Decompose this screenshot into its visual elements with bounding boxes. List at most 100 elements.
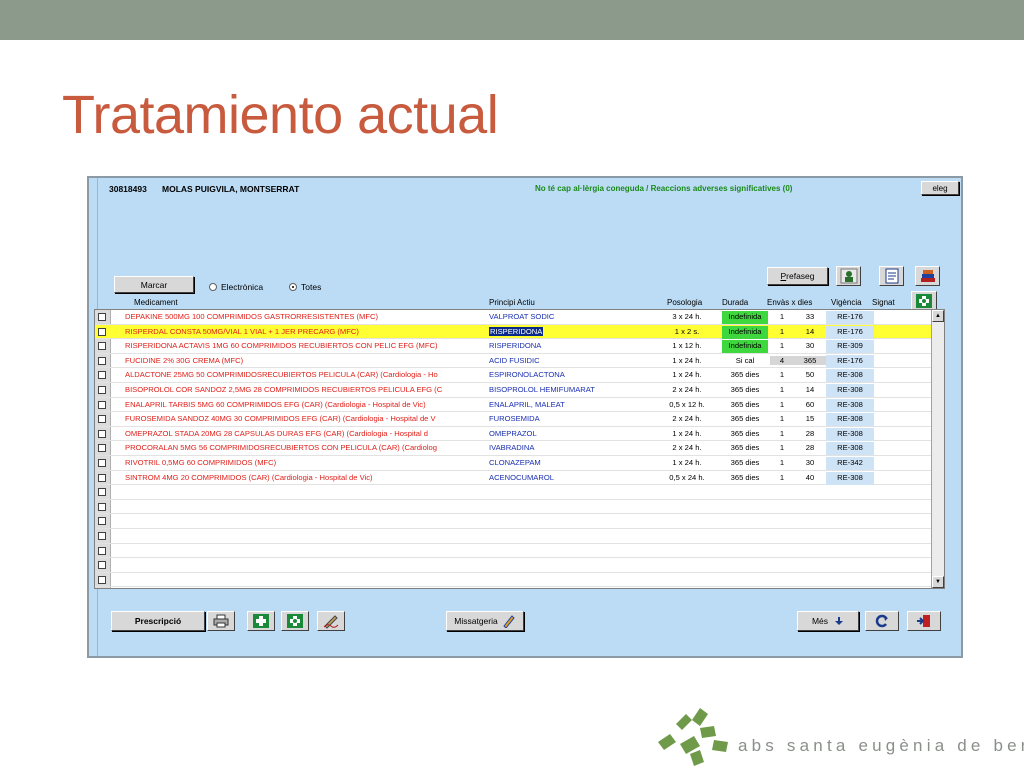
cell-vigencia: RE-308	[826, 471, 874, 485]
pharmacy-cross-icon-button[interactable]	[911, 291, 937, 310]
row-checkbox[interactable]	[98, 459, 106, 467]
cell-envas: 1	[779, 370, 785, 380]
marcar-button[interactable]: Marcar	[114, 276, 194, 293]
exit-door-icon-button[interactable]	[907, 611, 941, 631]
radio-electronica[interactable]: Electrònica	[209, 282, 263, 292]
pen-sign-icon	[323, 615, 339, 629]
cell-vigencia: RE-308	[826, 427, 874, 441]
row-checkbox[interactable]	[98, 473, 106, 482]
empty-table-row[interactable]	[95, 485, 944, 500]
pharmacy-print-icon-button[interactable]	[247, 611, 275, 631]
cell-dies: 14	[805, 385, 815, 394]
empty-table-row[interactable]	[95, 573, 944, 588]
row-checkbox[interactable]	[98, 517, 106, 526]
scroll-up-arrow-icon[interactable]: ▲	[932, 310, 944, 322]
cell-dies: 40	[805, 472, 815, 482]
empty-table-row[interactable]	[95, 529, 944, 544]
missatgeria-button[interactable]: Missatgeria	[446, 611, 524, 631]
table-row[interactable]: DEPAKINE 500MG 100 COMPRIMIDOS GASTRORRE…	[95, 310, 944, 325]
table-row[interactable]: BISOPROLOL COR SANDOZ 2,5MG 28 COMPRIMID…	[95, 383, 944, 398]
row-checkbox[interactable]	[98, 429, 106, 438]
empty-table-row[interactable]	[95, 544, 944, 559]
row-checkbox[interactable]	[98, 400, 106, 409]
row-checkbox[interactable]	[98, 546, 106, 555]
row-checkbox[interactable]	[98, 313, 106, 321]
cell-vigencia: RE-308	[826, 413, 874, 427]
refresh-icon-button[interactable]	[865, 611, 899, 631]
radio-totes[interactable]: Totes	[289, 282, 321, 292]
pharmacy-add-icon-button[interactable]	[281, 611, 309, 631]
vertical-scrollbar[interactable]: ▲ ▼	[931, 310, 944, 588]
prescripcio-button[interactable]: Prescripció	[111, 611, 205, 631]
table-row[interactable]: ENALAPRIL TARBIS 5MG 60 COMPRIMIDOS EFG …	[95, 398, 944, 413]
table-row[interactable]: FUCIDINE 2% 30G CREMA (MFC) ACID FUSIDIC 1…	[95, 354, 944, 369]
table-row[interactable]: PROCORALAN 5MG 56 COMPRIMIDOSRECUBIERTOS…	[95, 441, 944, 456]
table-row[interactable]: RIVOTRIL 0,5MG 60 COMPRIMIDOS (MFC) CLONA…	[95, 456, 944, 471]
sign-pen-icon-button[interactable]	[317, 611, 345, 631]
print-icon-button[interactable]	[207, 611, 235, 631]
table-row[interactable]: FUROSEMIDA SANDOZ 40MG 30 COMPRIMIDOS EF…	[95, 412, 944, 427]
col-header-signat[interactable]: Signat	[872, 298, 895, 307]
row-checkbox[interactable]	[98, 386, 106, 394]
eleg-button[interactable]: eleg	[921, 181, 959, 195]
cell-posologia: 2 x 24 h.	[672, 385, 702, 394]
cell-vigencia: RE-176	[826, 311, 874, 324]
document-icon-button[interactable]	[879, 266, 904, 286]
cell-dies: 14	[805, 326, 815, 336]
cell-dies: 365	[794, 355, 826, 365]
row-checkbox[interactable]	[98, 327, 106, 336]
doctor-icon	[840, 268, 857, 284]
col-header-posologia[interactable]: Posologia	[667, 298, 702, 307]
table-row[interactable]: ALDACTONE 25MG 50 COMPRIMIDOSRECUBIERTOS…	[95, 368, 944, 383]
row-checkbox[interactable]	[98, 444, 106, 453]
mes-button[interactable]: Més	[797, 611, 859, 631]
scroll-down-arrow-icon[interactable]: ▼	[932, 576, 944, 588]
prefaseg-button[interactable]: Prefaseg	[767, 267, 828, 285]
cell-medicament: ENALAPRIL TARBIS 5MG 60 COMPRIMIDOS EFG …	[125, 399, 426, 409]
cell-posologia: 0,5 x 24 h.	[669, 472, 705, 482]
cell-envas: 1	[779, 312, 785, 321]
patient-name: MOLAS PUIGVILA, MONTSERRAT	[162, 184, 300, 194]
cell-principi-actiu: ACENOCUMAROL	[489, 472, 554, 482]
col-header-principi-actiu[interactable]: Principi Actiu	[489, 298, 535, 307]
radio-electronica-dot	[209, 283, 217, 291]
row-checkbox[interactable]	[98, 575, 106, 584]
empty-table-row[interactable]	[95, 558, 944, 573]
cell-medicament: ALDACTONE 25MG 50 COMPRIMIDOSRECUBIERTOS…	[125, 370, 438, 380]
col-header-envas-x-dies[interactable]: Envàs x dies	[767, 298, 812, 307]
table-row[interactable]: OMEPRAZOL STADA 20MG 28 CAPSULAS DURAS E…	[95, 427, 944, 442]
row-checkbox[interactable]	[98, 502, 106, 511]
cell-envas: 1	[779, 341, 785, 351]
allergy-notice: No té cap al·lèrgia coneguda / Reaccions…	[535, 184, 793, 193]
books-icon-button[interactable]	[915, 266, 940, 286]
slide-title: Tratamiento actual	[62, 85, 499, 145]
cell-durada: 365 dies	[730, 370, 760, 380]
cell-principi-actiu: BISOPROLOL HEMIFUMARAT	[489, 385, 595, 394]
logo-text: abs santa eugènia de berga	[738, 736, 1024, 755]
row-checkbox[interactable]	[98, 561, 106, 570]
slide-top-bar	[0, 0, 1024, 40]
cell-durada: 365 dies	[730, 399, 760, 409]
empty-table-row[interactable]	[95, 500, 944, 515]
col-header-vigencia[interactable]: Vigència	[831, 298, 862, 307]
table-row[interactable]: RISPERDAL CONSTA 50MG/VIAL 1 VIAL + 1 JE…	[95, 324, 944, 340]
cell-dies: 28	[805, 443, 815, 453]
cell-vigencia: RE-342	[826, 457, 874, 470]
row-checkbox[interactable]	[98, 356, 106, 365]
row-checkbox[interactable]	[98, 488, 106, 497]
cell-posologia: 1 x 2 s.	[674, 326, 700, 336]
col-header-medicament[interactable]: Medicament	[134, 298, 178, 307]
table-row[interactable]: SINTROM 4MG 20 COMPRIMIDOS (CAR) (Cardio…	[95, 471, 944, 486]
user-doctor-icon-button[interactable]	[836, 266, 861, 286]
cell-envas: 1	[779, 428, 785, 438]
row-checkbox[interactable]	[98, 371, 106, 380]
row-checkbox[interactable]	[98, 415, 106, 424]
col-header-durada[interactable]: Durada	[722, 298, 748, 307]
row-checkbox[interactable]	[98, 342, 106, 351]
cell-medicament: RISPERDAL CONSTA 50MG/VIAL 1 VIAL + 1 JE…	[125, 326, 359, 336]
empty-table-row[interactable]	[95, 514, 944, 529]
table-row[interactable]: RISPERIDONA ACTAVIS 1MG 60 COMPRIMIDOS R…	[95, 339, 944, 354]
cell-durada: 365 dies	[730, 443, 760, 453]
row-checkbox[interactable]	[98, 532, 106, 540]
cell-posologia: 1 x 24 h.	[672, 355, 702, 365]
